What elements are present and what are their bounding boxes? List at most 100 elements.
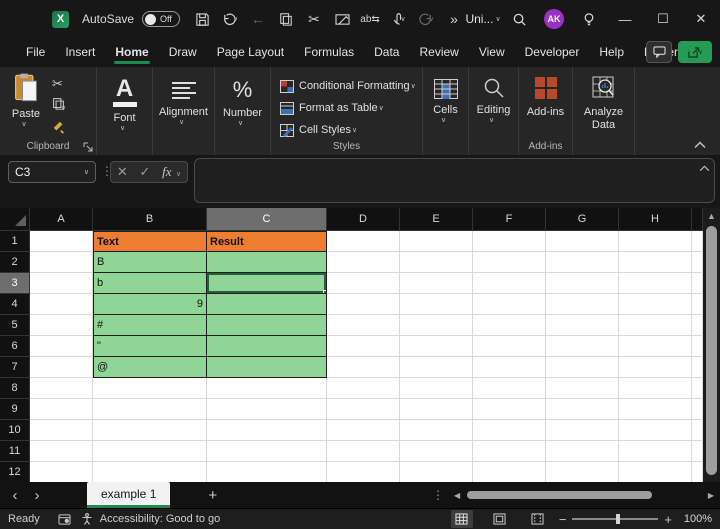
cell-partial-10[interactable]	[692, 420, 703, 441]
row-header-11[interactable]: 11	[0, 441, 30, 462]
cell-A2[interactable]	[30, 252, 93, 273]
row-header-2[interactable]: 2	[0, 252, 30, 273]
cell-G9[interactable]	[546, 399, 619, 420]
column-header-D[interactable]: D	[327, 208, 400, 231]
cell-E1[interactable]	[400, 231, 473, 252]
row-header-10[interactable]: 10	[0, 420, 30, 441]
cell-B11[interactable]	[93, 441, 207, 462]
maximize-button[interactable]: ☐	[644, 2, 682, 36]
scroll-right-icon[interactable]: ▶	[708, 491, 714, 500]
paste-button[interactable]: Paste ∨	[0, 73, 52, 134]
cell-F8[interactable]	[473, 378, 546, 399]
cell-D1[interactable]	[327, 231, 400, 252]
cell-C1[interactable]: Result	[207, 231, 327, 252]
cell-B4[interactable]: 9	[93, 294, 207, 315]
cell-C10[interactable]	[207, 420, 327, 441]
touch-mode-icon[interactable]: ∨	[388, 9, 408, 29]
cell-F9[interactable]	[473, 399, 546, 420]
dialog-launcher-icon[interactable]	[83, 142, 93, 152]
lightbulb-icon[interactable]	[572, 4, 606, 34]
cell-F2[interactable]	[473, 252, 546, 273]
cell-B6[interactable]: "	[93, 336, 207, 357]
editing-group-button[interactable]: Editing ∨	[469, 67, 519, 155]
cell-D11[interactable]	[327, 441, 400, 462]
cell-G2[interactable]	[546, 252, 619, 273]
cell-G10[interactable]	[546, 420, 619, 441]
cell-H9[interactable]	[619, 399, 692, 420]
tab-developer[interactable]: Developer	[515, 40, 590, 66]
cell-E10[interactable]	[400, 420, 473, 441]
cell-C12[interactable]	[207, 462, 327, 483]
cancel-icon[interactable]: ✕	[117, 164, 128, 180]
accessibility-icon[interactable]	[76, 510, 98, 528]
cell-C11[interactable]	[207, 441, 327, 462]
cut-icon[interactable]: ✂	[52, 76, 66, 92]
row-header-4[interactable]: 4	[0, 294, 30, 315]
cell-D3[interactable]	[327, 273, 400, 294]
cell-G8[interactable]	[546, 378, 619, 399]
column-header-A[interactable]: A	[30, 208, 93, 231]
row-header-1[interactable]: 1	[0, 231, 30, 252]
cell-E4[interactable]	[400, 294, 473, 315]
tab-data[interactable]: Data	[364, 40, 409, 66]
cell-E11[interactable]	[400, 441, 473, 462]
cell-partial-5[interactable]	[692, 315, 703, 336]
macro-record-icon[interactable]	[54, 510, 76, 528]
column-header-E[interactable]: E	[400, 208, 473, 231]
copy-icon[interactable]	[276, 9, 296, 29]
autosave-toggle[interactable]: Off	[142, 11, 181, 27]
avatar[interactable]: AK	[544, 9, 564, 29]
cell-G3[interactable]	[546, 273, 619, 294]
back-icon[interactable]: ←	[248, 9, 268, 29]
cell-D8[interactable]	[327, 378, 400, 399]
addins-button[interactable]: Add-ins	[519, 67, 572, 118]
cell-E7[interactable]	[400, 357, 473, 378]
cell-D7[interactable]	[327, 357, 400, 378]
cell-H12[interactable]	[619, 462, 692, 483]
minimize-button[interactable]: —	[606, 2, 644, 36]
cell-D12[interactable]	[327, 462, 400, 483]
column-header-H[interactable]: H	[619, 208, 692, 231]
cell-B8[interactable]	[93, 378, 207, 399]
cell-G1[interactable]	[546, 231, 619, 252]
column-header-G[interactable]: G	[546, 208, 619, 231]
cell-F3[interactable]	[473, 273, 546, 294]
cell-H6[interactable]	[619, 336, 692, 357]
cell-H11[interactable]	[619, 441, 692, 462]
cell-C5[interactable]	[207, 315, 327, 336]
cell-H2[interactable]	[619, 252, 692, 273]
cell-E3[interactable]	[400, 273, 473, 294]
cell-partial-8[interactable]	[692, 378, 703, 399]
collapse-ribbon-icon[interactable]	[694, 141, 706, 149]
cell-B7[interactable]: @	[93, 357, 207, 378]
row-header-9[interactable]: 9	[0, 399, 30, 420]
column-header-partial[interactable]	[692, 208, 703, 231]
cell-B2[interactable]: B	[93, 252, 207, 273]
cell-C6[interactable]	[207, 336, 327, 357]
cell-B10[interactable]	[93, 420, 207, 441]
cell-partial-9[interactable]	[692, 399, 703, 420]
fill-handle[interactable]	[323, 290, 326, 293]
cell-B1[interactable]: Text	[93, 231, 207, 252]
cell-F10[interactable]	[473, 420, 546, 441]
number-group-button[interactable]: % Number ∨	[215, 67, 271, 155]
horizontal-scrollbar[interactable]: ◀ ▶	[454, 489, 714, 501]
more-commands-icon[interactable]: »	[444, 9, 464, 29]
cell-A11[interactable]	[30, 441, 93, 462]
redo-icon[interactable]: ∨	[416, 9, 436, 29]
cell-C4[interactable]	[207, 294, 327, 315]
cell-E8[interactable]	[400, 378, 473, 399]
paste-special-icon[interactable]	[332, 9, 352, 29]
tab-home[interactable]: Home	[105, 40, 158, 66]
cell-partial-6[interactable]	[692, 336, 703, 357]
formula-input[interactable]	[194, 158, 715, 203]
cell-H7[interactable]	[619, 357, 692, 378]
cell-G5[interactable]	[546, 315, 619, 336]
column-header-F[interactable]: F	[473, 208, 546, 231]
comments-button[interactable]	[646, 41, 672, 63]
row-header-7[interactable]: 7	[0, 357, 30, 378]
cell-H10[interactable]	[619, 420, 692, 441]
select-all-corner[interactable]	[0, 208, 30, 231]
cell-F12[interactable]	[473, 462, 546, 483]
close-button[interactable]: ✕	[682, 2, 720, 36]
